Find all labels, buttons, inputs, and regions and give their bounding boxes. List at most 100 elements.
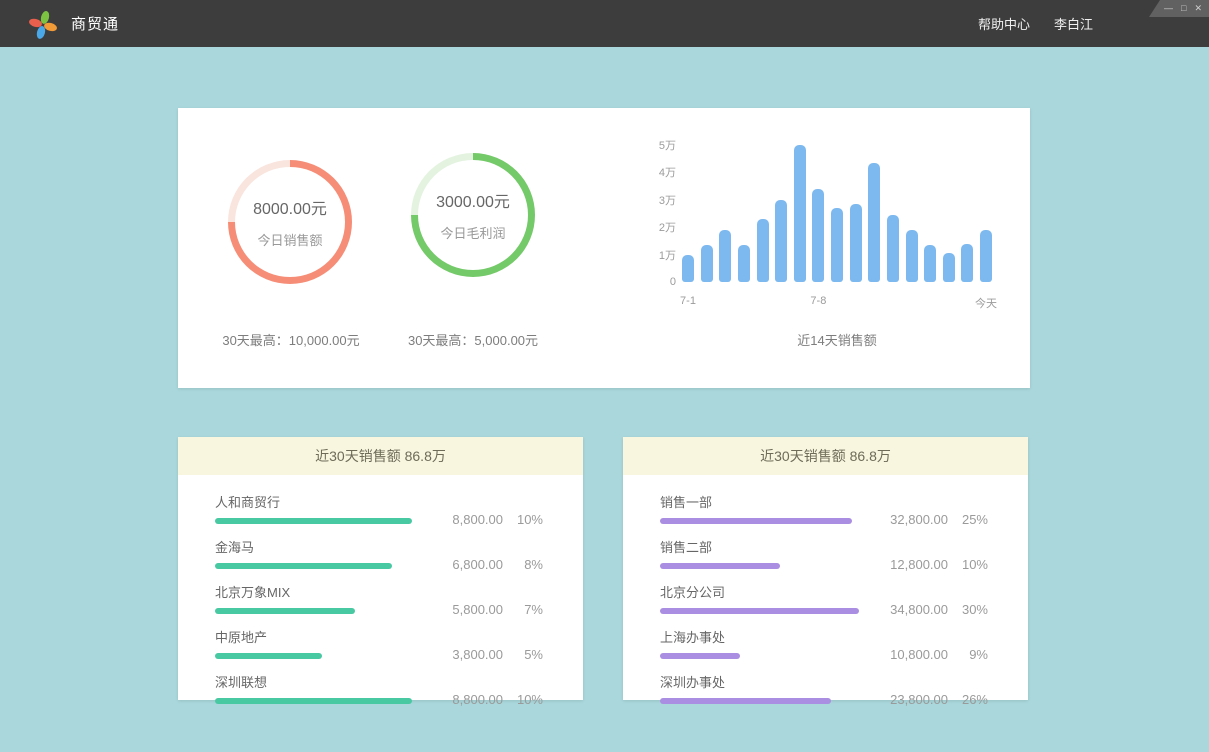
- rank-item-amount: 10,800.00: [874, 647, 948, 662]
- sales-30d-max-note: 30天最高：10,000.00元: [222, 330, 359, 349]
- rank-item-percent: 10%: [503, 512, 543, 527]
- donut-center: 8000.00元 今日销售额: [235, 167, 345, 277]
- customer-rank-header: 近30天销售额 86.8万: [178, 437, 583, 475]
- bar-plot: [682, 145, 992, 282]
- rank-item-name: 上海办事处: [660, 627, 874, 646]
- rank-row: 深圳联想 8,800.00 10%: [215, 672, 543, 704]
- y-axis-tick: 4万: [659, 164, 676, 180]
- rank-item-value: 12,800.00 10%: [874, 557, 988, 572]
- rank-row: 人和商贸行 8,800.00 10%: [215, 492, 543, 524]
- rank-item-value: 23,800.00 26%: [874, 692, 988, 707]
- rank-item-bar: [215, 563, 392, 569]
- rank-item-value: 34,800.00 30%: [874, 602, 988, 617]
- rank-item-value: 5,800.00 7%: [429, 602, 543, 617]
- rank-item-bar: [660, 608, 859, 614]
- rank-item-percent: 10%: [503, 692, 543, 707]
- topbar: 商贸通 帮助中心 李白江 — □ ✕: [0, 0, 1209, 47]
- customer-rank-list: 人和商贸行 8,800.00 10% 金海马 6,800.00 8%: [178, 475, 583, 704]
- rank-item-bar: [660, 653, 740, 659]
- rank-item-value: 8,800.00 10%: [429, 512, 543, 527]
- x-axis-tick: 今天: [975, 295, 997, 311]
- x-axis-tick: 7-8: [810, 295, 826, 307]
- rank-item-bar: [660, 518, 852, 524]
- rank-item-bar: [660, 698, 831, 704]
- rank-item-percent: 26%: [948, 692, 988, 707]
- window-controls: — □ ✕: [1149, 0, 1209, 17]
- y-axis-tick: 5万: [659, 137, 676, 153]
- sales-bar: [961, 244, 973, 282]
- y-axis-tick: 1万: [659, 247, 676, 263]
- y-axis-tick: 0: [670, 276, 676, 288]
- rank-row: 金海马 6,800.00 8%: [215, 537, 543, 569]
- rank-item-name: 深圳联想: [215, 672, 429, 691]
- y-axis: 5万4万3万2万1万0: [640, 145, 676, 282]
- donut-chart-today-sales: 8000.00元 今日销售额: [228, 160, 352, 284]
- rank-row: 销售一部 32,800.00 25%: [660, 492, 988, 524]
- department-rank-header: 近30天销售额 86.8万: [623, 437, 1028, 475]
- today-sales-label: 今日销售额: [257, 230, 322, 249]
- rank-item-name: 销售一部: [660, 492, 874, 511]
- sales-bar: [682, 255, 694, 282]
- department-rank-list: 销售一部 32,800.00 25% 销售二部 12,800.00 10%: [623, 475, 1028, 704]
- sales-bar: [738, 245, 750, 282]
- rank-item-amount: 8,800.00: [429, 512, 503, 527]
- rank-item-amount: 3,800.00: [429, 647, 503, 662]
- bar-chart-caption: 近14天销售额: [682, 330, 992, 349]
- rank-item-percent: 8%: [503, 557, 543, 572]
- sales-bar: [887, 215, 899, 282]
- sales-bar: [980, 230, 992, 282]
- topbar-menu: 帮助中心 李白江: [978, 14, 1093, 33]
- sales-bar: [850, 204, 862, 282]
- rank-item-bar: [215, 518, 412, 524]
- rank-row: 北京万象MIX 5,800.00 7%: [215, 582, 543, 614]
- rank-item-amount: 12,800.00: [874, 557, 948, 572]
- rank-item-amount: 32,800.00: [874, 512, 948, 527]
- rank-item-percent: 7%: [503, 602, 543, 617]
- rank-item-amount: 8,800.00: [429, 692, 503, 707]
- rank-item-name: 销售二部: [660, 537, 874, 556]
- rank-item-name: 中原地产: [215, 627, 429, 646]
- profit-30d-max-note: 30天最高：5,000.00元: [408, 330, 538, 349]
- sales-bar: [719, 230, 731, 282]
- rank-item-value: 6,800.00 8%: [429, 557, 543, 572]
- username-menu[interactable]: 李白江: [1054, 14, 1093, 33]
- today-profit-label: 今日毛利润: [440, 223, 505, 242]
- sales-bar: [924, 245, 936, 282]
- rank-row: 销售二部 12,800.00 10%: [660, 537, 988, 569]
- sales-bar: [831, 208, 843, 282]
- sales-bar: [775, 200, 787, 282]
- help-center-link[interactable]: 帮助中心: [978, 14, 1030, 33]
- minimize-button[interactable]: —: [1164, 4, 1173, 13]
- rank-item-percent: 5%: [503, 647, 543, 662]
- sales-bar: [757, 219, 769, 282]
- today-profit-value: 3000.00元: [436, 188, 510, 212]
- rank-item-name: 人和商贸行: [215, 492, 429, 511]
- rank-row: 深圳办事处 23,800.00 26%: [660, 672, 988, 704]
- rank-item-name: 北京万象MIX: [215, 582, 429, 601]
- rank-item-amount: 6,800.00: [429, 557, 503, 572]
- y-axis-tick: 2万: [659, 219, 676, 235]
- rank-item-name: 深圳办事处: [660, 672, 874, 691]
- sales-14d-bar-chart: 5万4万3万2万1万0 7-17-8今天 近14天销售额: [640, 145, 992, 355]
- sales-bar: [794, 145, 806, 282]
- rank-row: 北京分公司 34,800.00 30%: [660, 582, 988, 614]
- x-axis: 7-17-8今天: [682, 295, 992, 309]
- app-title: 商贸通: [71, 13, 119, 34]
- rank-item-value: 10,800.00 9%: [874, 647, 988, 662]
- pinwheel-logo-icon: [28, 9, 58, 39]
- rank-item-name: 北京分公司: [660, 582, 874, 601]
- rank-item-amount: 5,800.00: [429, 602, 503, 617]
- rank-item-value: 32,800.00 25%: [874, 512, 988, 527]
- today-sales-value: 8000.00元: [253, 195, 327, 219]
- today-summary-card: 8000.00元 今日销售额 30天最高：10,000.00元 3000.00元…: [178, 108, 1030, 388]
- rank-item-bar: [215, 608, 355, 614]
- rank-item-percent: 10%: [948, 557, 988, 572]
- close-button[interactable]: ✕: [1194, 4, 1202, 13]
- rank-item-amount: 34,800.00: [874, 602, 948, 617]
- maximize-button[interactable]: □: [1181, 4, 1186, 13]
- sales-bar: [906, 230, 918, 282]
- donut-chart-today-profit: 3000.00元 今日毛利润: [411, 153, 535, 277]
- department-rank-card: 近30天销售额 86.8万 销售一部 32,800.00 25% 销售二部: [623, 437, 1028, 700]
- sales-bar: [701, 245, 713, 282]
- rank-item-percent: 30%: [948, 602, 988, 617]
